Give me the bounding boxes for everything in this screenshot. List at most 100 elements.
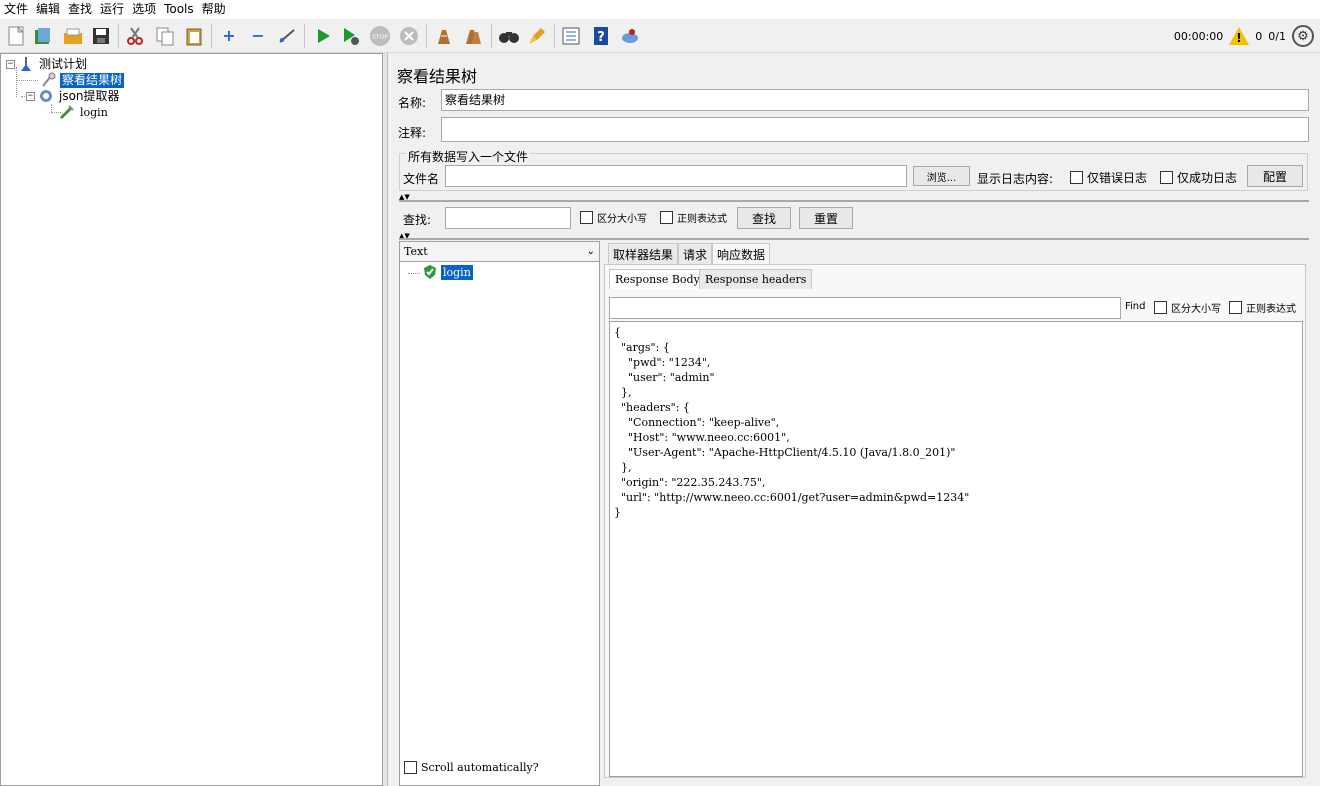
cut-icon[interactable] [124,25,146,47]
search-label: 查找: [403,213,432,227]
menu-tools[interactable]: Tools [160,0,198,19]
tab-sampler-result[interactable]: 取样器结果 [608,243,679,265]
svg-text:STOP: STOP [372,34,388,41]
success-only-label: 仅成功日志 [1177,171,1238,185]
test-plan-tree[interactable]: − 测试计划 察看结果树 − json提取器 login [0,53,383,786]
results-list[interactable]: Text ⌄ login Scroll automatically? [399,241,600,786]
tree-node-login[interactable]: login [59,104,110,120]
panel-title: 察看结果树 [397,67,478,86]
collapse-toggle-icon[interactable]: − [26,91,35,101]
elapsed-timer: 00:00:00 [1173,29,1224,43]
toggle-icon[interactable] [276,25,298,47]
help-icon[interactable]: ? [590,25,612,47]
scroll-automatically-checkbox[interactable]: Scroll automatically? [404,761,539,774]
gear-icon[interactable]: ⚙ [1292,25,1314,47]
reset-button[interactable]: 重置 [799,207,853,229]
json-line: "origin": "222.35.243.75", [614,476,766,489]
collapse-all-icon[interactable]: − [247,25,269,47]
tree-node-json-extractor[interactable]: − json提取器 [26,88,122,104]
json-line: { [614,326,621,339]
success-only-checkbox[interactable]: 仅成功日志 [1160,169,1237,186]
subtab-response-body[interactable]: Response Body [609,269,706,289]
warning-icon[interactable] [1229,27,1250,45]
menu-options[interactable]: 选项 [128,0,160,19]
listener-icon [41,72,57,88]
copy-icon[interactable] [154,25,176,47]
errors-only-checkbox[interactable]: 仅错误日志 [1070,169,1147,186]
collapse-toggle-icon[interactable]: − [6,59,15,69]
open-icon[interactable] [62,25,84,47]
svg-text:?: ? [597,30,605,45]
templates-icon[interactable] [32,25,54,47]
shutdown-icon[interactable] [398,25,420,47]
new-icon[interactable] [5,25,27,47]
json-line: "User-Agent": "Apache-HttpClient/4.5.10 … [614,446,956,459]
clear-icon[interactable] [433,25,455,47]
tree-node-result-tree[interactable]: 察看结果树 [41,72,125,88]
json-line: "Host": "www.neeo.cc:6001", [614,431,790,444]
tree-label-test-plan: 测试计划 [39,56,88,71]
find-button[interactable]: 查找 [737,207,791,229]
tree-label-result-tree: 察看结果树 [60,72,125,88]
menu-run[interactable]: 运行 [96,0,128,19]
menu-bar: 文件 编辑 查找 运行 选项 Tools 帮助 [0,0,1320,19]
response-find-input[interactable] [609,297,1121,319]
result-tree-panel: 察看结果树 名称: 察看结果树 注释: 所有数据写入一个文件 文件名 浏览...… [387,53,1320,786]
tree-label-login: login [80,105,108,119]
save-icon[interactable] [90,25,112,47]
scroll-automatically-label: Scroll automatically? [421,761,539,774]
menu-search[interactable]: 查找 [64,0,96,19]
menu-edit[interactable]: 编辑 [32,0,64,19]
response-case-sensitive-checkbox[interactable]: 区分大小写 [1154,300,1221,315]
result-item-login[interactable]: login [422,264,473,280]
function-helper-icon[interactable] [560,25,582,47]
paste-icon[interactable] [183,25,205,47]
menu-file[interactable]: 文件 [0,0,32,19]
json-line: }, [614,386,632,399]
response-find-bar: Find 区分大小写 正则表达式 [609,296,1303,320]
tree-label-json-extractor: json提取器 [59,88,120,103]
configure-button[interactable]: 配置 [1247,165,1303,187]
expand-all-icon[interactable]: + [218,25,240,47]
json-line: }, [614,461,632,474]
clear-all-icon[interactable] [462,25,484,47]
response-regex-label: 正则表达式 [1246,304,1296,315]
thread-count: 0/1 [1268,29,1286,43]
regex-checkbox[interactable]: 正则表达式 [660,210,727,225]
json-line: "args": { [614,341,670,354]
json-line: "Connection": "keep-alive", [614,416,780,429]
toolbar: + − STOP ? 00:00:00 0 0/1 ⚙ [0,19,1320,53]
start-no-pauses-icon[interactable] [340,25,362,47]
json-line: "pwd": "1234", [614,356,711,369]
comment-label: 注释: [398,126,427,140]
response-body-text[interactable]: { "args": { "pwd": "1234", "user": "admi… [609,321,1303,777]
reset-search-icon[interactable] [526,25,548,47]
response-data-panel: Response Body Response headers Find 区分大小… [604,264,1306,778]
start-icon[interactable] [312,25,334,47]
browse-button[interactable]: 浏览... [913,166,970,186]
response-regex-checkbox[interactable]: 正则表达式 [1229,300,1296,315]
subtab-response-headers[interactable]: Response headers [699,269,813,289]
sampler-icon [59,104,75,120]
filename-input[interactable] [445,165,907,187]
success-shield-icon [422,264,438,280]
renderer-value: Text [404,245,428,258]
renderer-select[interactable]: Text ⌄ [400,242,599,262]
name-input[interactable]: 察看结果树 [441,89,1309,111]
menu-help[interactable]: 帮助 [198,0,230,19]
tab-response-data[interactable]: 响应数据 [712,243,771,265]
search-input[interactable] [445,207,571,229]
stop-icon[interactable]: STOP [369,25,391,47]
regex-label: 正则表达式 [677,214,727,225]
filename-label: 文件名 [403,172,440,186]
comment-input[interactable] [441,117,1309,142]
search-icon[interactable] [498,25,520,47]
errors-only-label: 仅错误日志 [1087,171,1148,185]
result-item-label: login [441,264,473,280]
remote-icon[interactable] [619,25,641,47]
case-sensitive-checkbox[interactable]: 区分大小写 [580,210,647,225]
chevron-down-icon: ⌄ [586,246,595,257]
json-line: "url": "http://www.neeo.cc:6001/get?user… [614,491,970,504]
tab-request[interactable]: 请求 [678,243,713,265]
tree-node-test-plan[interactable]: − 测试计划 [6,56,89,72]
